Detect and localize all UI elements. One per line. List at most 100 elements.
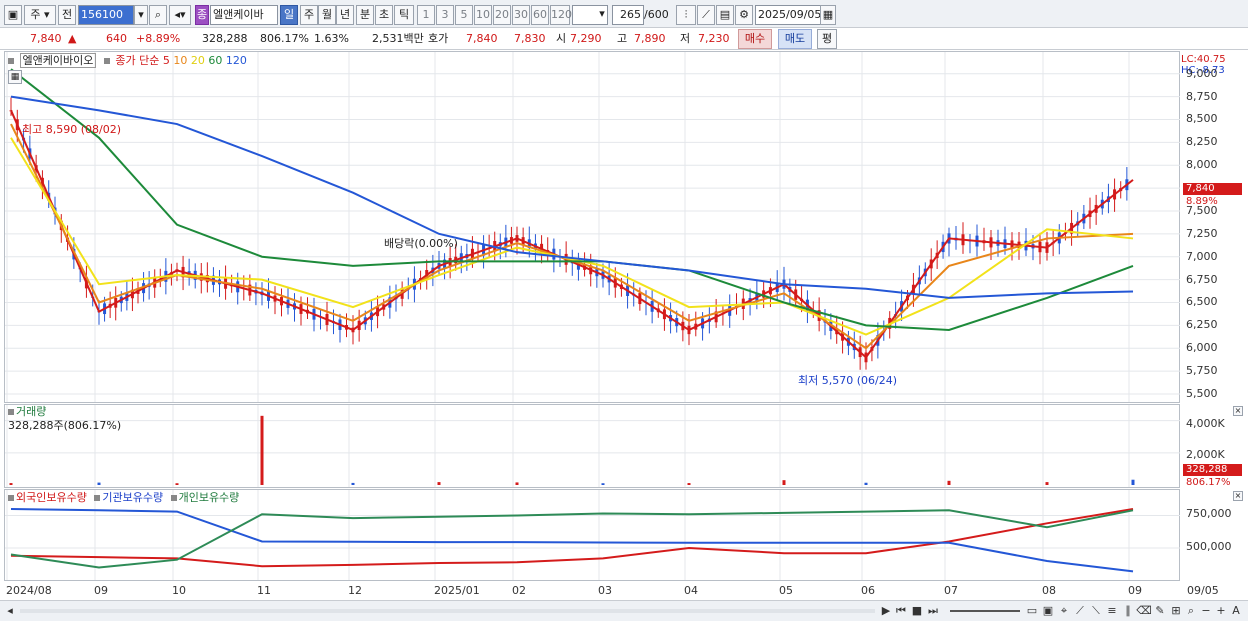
price-y-tick: 5,500 <box>1186 387 1218 400</box>
price-panel-name[interactable]: 엘앤케이바이오 <box>19 53 97 68</box>
stock-name-field[interactable]: 엘앤케이바 <box>210 5 278 25</box>
interval-dropdown-icon[interactable]: ▾ <box>596 5 608 25</box>
table-toggle-icon[interactable]: ▦ <box>8 70 22 84</box>
ma-20-label[interactable]: 20 <box>191 54 205 67</box>
rewind-icon[interactable]: ⏮ <box>893 603 909 619</box>
price-y-tick: 8,250 <box>1186 135 1218 149</box>
trend-tool-icon[interactable]: ⟍ <box>1088 603 1104 619</box>
scroll-left-icon[interactable]: ◂ <box>2 603 18 619</box>
price-y-tick: 8,000 <box>1186 158 1218 172</box>
interval-10-button[interactable]: 10 <box>474 5 492 25</box>
interval-5-button[interactable]: 5 <box>455 5 473 25</box>
volume-bar <box>260 415 264 485</box>
eraser-icon[interactable]: ⌫ <box>1136 603 1152 619</box>
pen-icon[interactable]: ✎ <box>1152 603 1168 619</box>
change-value: 640 <box>106 32 127 45</box>
draw-tool-icon[interactable]: ⟋ <box>697 5 715 25</box>
volume-bar <box>864 482 868 485</box>
interval-20-button[interactable]: 20 <box>493 5 511 25</box>
zoom-out-icon[interactable]: − <box>1198 603 1214 619</box>
gear-icon[interactable]: ⚙ <box>735 5 753 25</box>
save-icon[interactable]: ▤ <box>716 5 734 25</box>
date-input[interactable]: 2025/09/05 <box>755 5 821 25</box>
interval-3-button[interactable]: 3 <box>436 5 454 25</box>
volume-bar <box>1045 482 1049 485</box>
period-week-button[interactable]: 주 <box>300 5 318 25</box>
open-label: 시 <box>556 32 567 45</box>
grid-icon[interactable]: ⊞ <box>1168 603 1184 619</box>
zoom-in-icon[interactable]: + <box>1213 603 1229 619</box>
period-minute-button[interactable]: 분 <box>356 5 374 25</box>
play-icon[interactable]: ▶ <box>878 603 894 619</box>
dividend-annotation: 배당락(0.00%) <box>384 237 458 250</box>
sell-button[interactable]: 매도 <box>778 29 812 49</box>
search-icon[interactable]: ⌕ <box>149 5 167 25</box>
interval-60-button[interactable]: 60 <box>531 5 549 25</box>
volume-title-text[interactable]: 거래량 <box>16 405 46 418</box>
stock-code-input[interactable]: 156100 <box>78 5 134 25</box>
institution-holding-label[interactable]: 기관보유수량 <box>102 491 163 504</box>
bar-count-input[interactable]: 265 <box>612 5 644 25</box>
volume-bar <box>947 480 951 485</box>
window-menu-icon[interactable]: ▣ <box>4 5 22 25</box>
foreign-holding-label[interactable]: 외국인보유수량 <box>16 491 87 504</box>
channel-tool-icon[interactable]: ∥ <box>1120 603 1136 619</box>
speaker-icon[interactable]: ◂▾ <box>169 5 191 25</box>
x-axis-label: 04 <box>684 584 698 597</box>
x-axis-label: 2025/01 <box>434 584 480 597</box>
high-price: 7,890 <box>634 32 666 45</box>
price-y-tick: 6,000 <box>1186 341 1218 355</box>
buy-button[interactable]: 매수 <box>738 29 772 49</box>
price-y-tick: 5,750 <box>1186 364 1218 378</box>
legend-bullet-icon <box>103 58 110 64</box>
stop-icon[interactable]: ■ <box>909 603 925 619</box>
x-axis-label: 11 <box>257 584 271 597</box>
avg-button[interactable]: 평 <box>817 29 837 49</box>
period-type-select[interactable]: 주 ▾ <box>24 5 56 25</box>
x-axis-label: 12 <box>348 584 362 597</box>
line-tool-icon[interactable]: ⟋ <box>1072 603 1088 619</box>
cursor-icon[interactable]: ⌖ <box>1056 603 1072 619</box>
calendar-icon[interactable]: ▦ <box>820 5 836 25</box>
price-y-tick: 6,500 <box>1186 295 1218 309</box>
fast-forward-icon[interactable]: ⏭ <box>925 603 941 619</box>
period-day-button[interactable]: 일 <box>280 5 298 25</box>
volume-bar <box>97 482 101 485</box>
horizontal-scrollbar[interactable] <box>20 609 875 613</box>
layout-1-icon[interactable]: ▭ <box>1024 603 1040 619</box>
price-chart[interactable] <box>5 52 1180 402</box>
text-tool-icon[interactable]: A <box>1228 603 1244 619</box>
volume-chart[interactable] <box>5 405 1180 487</box>
candle-settings-icon[interactable]: ⫶ <box>676 5 696 25</box>
last-volume-pct: 806.17% <box>1186 477 1231 488</box>
fib-tool-icon[interactable]: ≡ <box>1104 603 1120 619</box>
volume-y-tick: 4,000K <box>1186 417 1225 430</box>
interval-30-button[interactable]: 30 <box>512 5 530 25</box>
layout-2-icon[interactable]: ▣ <box>1040 603 1056 619</box>
individual-holding-label[interactable]: 개인보유수량 <box>179 491 240 504</box>
price-y-tick: 7,250 <box>1186 226 1218 240</box>
zoom-icon[interactable]: ⌕ <box>1183 603 1199 619</box>
volume-pct: 806.17% <box>260 32 309 45</box>
ma-60-label[interactable]: 60 <box>208 54 222 67</box>
code-dropdown-icon[interactable]: ▾ <box>134 5 148 25</box>
period-tick-button[interactable]: 틱 <box>394 5 414 25</box>
holding-panel-close-icon[interactable]: × <box>1233 491 1243 501</box>
interval-1-button[interactable]: 1 <box>417 5 435 25</box>
interval-120-button[interactable]: 120 <box>550 5 572 25</box>
prev-button[interactable]: 전 <box>58 5 76 25</box>
period-month-button[interactable]: 월 <box>318 5 336 25</box>
legend-bullet-icon <box>8 495 14 501</box>
zoom-slider[interactable] <box>950 610 1020 612</box>
ma-5-label[interactable]: 5 <box>163 54 170 67</box>
price-y-tick: 7,000 <box>1186 249 1218 263</box>
volume-panel-title: 거래량 <box>8 405 46 419</box>
period-year-button[interactable]: 년 <box>336 5 354 25</box>
ma-label[interactable]: 종가 단순 <box>115 54 159 67</box>
volume-value-note: 328,288주(806.17%) <box>8 419 122 432</box>
volume-bar <box>437 482 441 485</box>
ma-10-label[interactable]: 10 <box>173 54 187 67</box>
ma-120-label[interactable]: 120 <box>226 54 247 67</box>
volume-panel-close-icon[interactable]: × <box>1233 406 1243 416</box>
period-second-button[interactable]: 초 <box>375 5 393 25</box>
